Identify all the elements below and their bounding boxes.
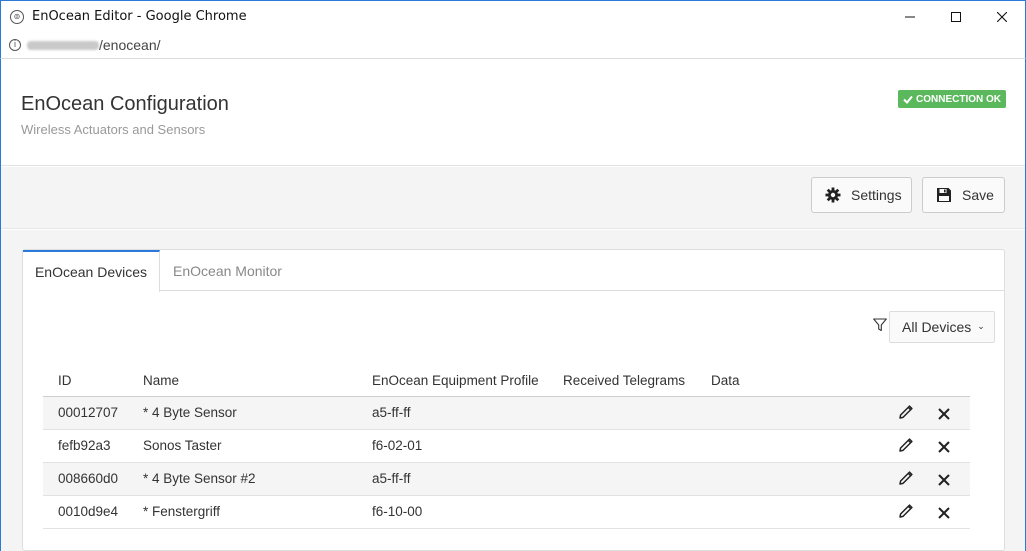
cell-name: * 4 Byte Sensor #2 — [143, 462, 372, 496]
settings-button-label: Settings — [851, 187, 902, 203]
settings-button[interactable]: Settings — [811, 177, 912, 213]
edit-button[interactable] — [896, 468, 916, 488]
edit-button[interactable] — [896, 402, 916, 422]
app-icon: ⊚ — [10, 9, 24, 24]
close-icon — [997, 12, 1007, 22]
delete-button[interactable] — [934, 503, 954, 523]
column-header-id[interactable]: ID — [43, 365, 143, 397]
minimize-icon — [905, 16, 915, 18]
close-icon — [938, 440, 950, 453]
pencil-icon — [899, 470, 913, 485]
tab-label: EnOcean Devices — [34, 264, 148, 280]
cell-name: Sonos Taster — [143, 429, 372, 463]
url-path: /enocean/ — [99, 37, 161, 53]
tab-enocean-devices[interactable]: EnOcean Devices — [23, 250, 160, 292]
pencil-icon — [899, 503, 913, 518]
cell-name: * 4 Byte Sensor — [143, 396, 372, 430]
table-row[interactable]: 00012707 * 4 Byte Sensor a5-ff-ff — [43, 396, 970, 430]
cell-actions — [871, 495, 970, 529]
url-host-redacted — [27, 40, 99, 50]
cell-telegrams — [563, 462, 711, 496]
table-header-row: ID Name EnOcean Equipment Profile Receiv… — [43, 365, 970, 397]
page: EnOcean Configuration Wireless Actuators… — [0, 59, 1026, 551]
cell-eep: a5-ff-ff — [372, 396, 563, 430]
cell-id: 0010d9e4 — [43, 495, 143, 529]
cell-eep: a5-ff-ff — [372, 462, 563, 496]
devices-table: ID Name EnOcean Equipment Profile Receiv… — [43, 365, 970, 529]
save-button-label: Save — [962, 187, 994, 203]
devices-panel: EnOcean Devices EnOcean Monitor All Devi… — [22, 249, 1005, 551]
close-icon — [938, 506, 950, 519]
gear-icon — [825, 187, 841, 203]
column-header-actions — [871, 365, 970, 397]
cell-actions — [871, 462, 970, 496]
filter-icon[interactable] — [873, 318, 887, 332]
cell-data — [711, 495, 871, 529]
cell-id: fefb92a3 — [43, 429, 143, 463]
page-title: EnOcean Configuration — [21, 93, 229, 115]
cell-data — [711, 462, 871, 496]
device-filter-dropdown[interactable]: All Devices ⌄ — [889, 311, 995, 343]
tab-enocean-monitor[interactable]: EnOcean Monitor — [160, 250, 295, 292]
delete-button[interactable] — [934, 470, 954, 490]
pencil-icon — [899, 404, 913, 419]
page-subtitle: Wireless Actuators and Sensors — [21, 122, 206, 137]
cell-id: 00012707 — [43, 396, 143, 430]
column-header-eep[interactable]: EnOcean Equipment Profile — [372, 365, 563, 397]
device-filter-value: All Devices — [902, 319, 972, 335]
cell-id: 008660d0 — [43, 462, 143, 496]
close-icon — [938, 407, 950, 420]
cell-data — [711, 429, 871, 463]
cell-data — [711, 396, 871, 430]
table-row[interactable]: 0010d9e4 * Fenstergriff f6-10-00 — [43, 495, 970, 529]
edit-button[interactable] — [896, 435, 916, 455]
column-header-received-telegrams[interactable]: Received Telegrams — [563, 365, 711, 397]
chevron-down-icon: ⌄ — [977, 322, 985, 332]
tab-bar: EnOcean Devices EnOcean Monitor — [23, 250, 1004, 292]
close-window-button[interactable] — [979, 1, 1025, 33]
status-badge: CONNECTION OK — [898, 90, 1006, 108]
delete-button[interactable] — [934, 437, 954, 457]
window-title: EnOcean Editor - Google Chrome — [32, 9, 247, 24]
save-button[interactable]: Save — [922, 177, 1005, 213]
page-header: EnOcean Configuration Wireless Actuators… — [1, 59, 1025, 166]
maximize-button[interactable] — [933, 1, 979, 33]
maximize-icon — [951, 12, 961, 22]
table-row[interactable]: fefb92a3 Sonos Taster f6-02-01 — [43, 429, 970, 463]
cell-eep: f6-02-01 — [372, 429, 563, 463]
minimize-button[interactable] — [887, 1, 933, 33]
cell-telegrams — [563, 429, 711, 463]
pencil-icon — [899, 437, 913, 452]
close-icon — [938, 473, 950, 486]
info-icon[interactable]: i — [9, 39, 21, 51]
cell-eep: f6-10-00 — [372, 495, 563, 529]
floppy-disk-icon — [937, 188, 951, 202]
tab-label: EnOcean Monitor — [173, 263, 282, 279]
cell-telegrams — [563, 495, 711, 529]
check-icon — [903, 95, 913, 104]
address-bar[interactable]: i /enocean/ — [0, 32, 1026, 59]
column-header-name[interactable]: Name — [143, 365, 372, 397]
window-titlebar: ⊚ EnOcean Editor - Google Chrome — [0, 0, 1026, 32]
toolbar: Settings Save — [1, 167, 1025, 229]
cell-actions — [871, 396, 970, 430]
cell-telegrams — [563, 396, 711, 430]
status-badge-label: CONNECTION OK — [916, 93, 1001, 105]
column-header-data[interactable]: Data — [711, 365, 871, 397]
edit-button[interactable] — [896, 501, 916, 521]
window-controls — [887, 1, 1025, 33]
cell-name: * Fenstergriff — [143, 495, 372, 529]
delete-button[interactable] — [934, 404, 954, 424]
cell-actions — [871, 429, 970, 463]
table-row[interactable]: 008660d0 * 4 Byte Sensor #2 a5-ff-ff — [43, 462, 970, 496]
